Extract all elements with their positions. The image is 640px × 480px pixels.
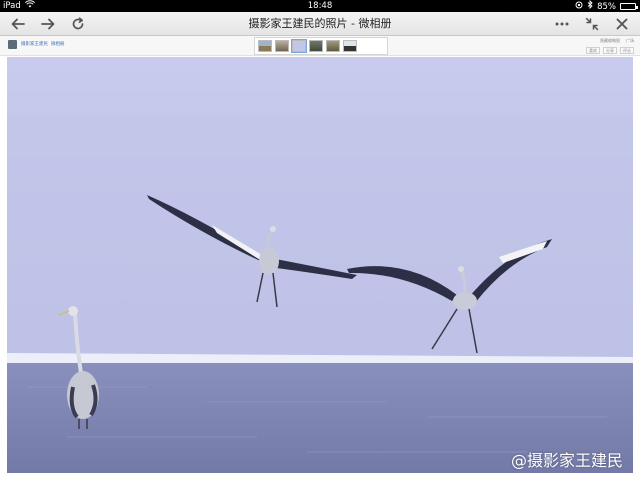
close-icon: [616, 18, 628, 30]
thumbnail[interactable]: [326, 40, 340, 52]
author-link[interactable]: 摄影家王建民: [21, 41, 48, 47]
heron-photo-image: [7, 57, 633, 473]
like-button[interactable]: 喜欢: [586, 47, 600, 54]
header-actions: 隐藏缩略图 广场 喜欢 分享 评论: [564, 38, 634, 54]
thumbnail[interactable]: [258, 40, 272, 52]
back-button[interactable]: [8, 15, 28, 33]
reload-button[interactable]: [68, 15, 88, 33]
close-button[interactable]: [612, 15, 632, 33]
forward-button[interactable]: [38, 15, 58, 33]
thumbnail[interactable]: [360, 40, 374, 52]
hide-thumbnails-link[interactable]: 隐藏缩略图: [600, 38, 620, 44]
more-dots-icon: [555, 22, 569, 26]
status-bar: iPad 18:48 85%: [0, 0, 640, 12]
square-link[interactable]: 广场: [626, 38, 634, 44]
author-line: 摄影家王建民 微相册: [21, 41, 65, 47]
album-header: 摄影家王建民 微相册 隐藏缩略图 广场 喜欢 分享 评论: [0, 36, 640, 56]
thumbnail[interactable]: [343, 40, 357, 52]
battery-percent: 85%: [597, 1, 616, 12]
page-title: 摄影家王建民的照片 - 微相册: [248, 17, 392, 30]
share-button[interactable]: 分享: [603, 47, 617, 54]
shrink-icon: [585, 17, 599, 31]
status-time: 18:48: [307, 1, 333, 11]
browser-toolbar: 摄影家王建民的照片 - 微相册: [0, 12, 640, 36]
thumbnail[interactable]: [309, 40, 323, 52]
arrow-right-icon: [41, 18, 55, 30]
avatar[interactable]: [8, 40, 17, 49]
photo-watermark: @摄影家王建民: [510, 451, 623, 470]
ice-surface: [7, 117, 633, 357]
arrow-left-icon: [11, 18, 25, 30]
reload-icon: [72, 17, 84, 30]
thumbnail-current[interactable]: [291, 39, 307, 53]
shrink-button[interactable]: [582, 15, 602, 33]
more-button[interactable]: [552, 15, 572, 33]
album-link[interactable]: 微相册: [51, 41, 65, 47]
rotation-lock-icon: [575, 1, 583, 13]
thumbnail-strip: [254, 37, 388, 55]
main-photo[interactable]: @摄影家王建民: [7, 57, 633, 473]
battery-icon: [620, 3, 638, 10]
thumbnail[interactable]: [275, 40, 289, 52]
comment-button[interactable]: 评论: [620, 47, 634, 54]
